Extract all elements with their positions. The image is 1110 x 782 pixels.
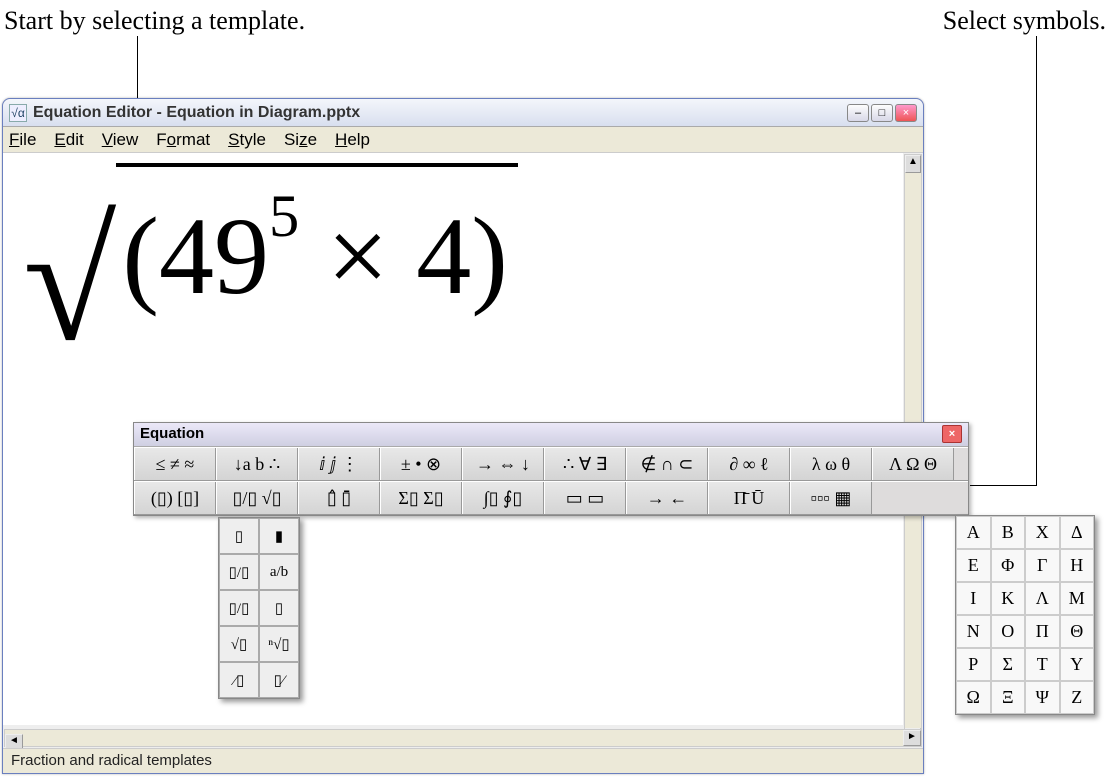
tmpl-summation[interactable]: Σ▯ Σ▯	[380, 482, 462, 514]
pal-full-frac2[interactable]: ▮	[259, 518, 299, 554]
radical-sign: √	[23, 163, 116, 342]
sym-operators[interactable]: ± • ⊗	[380, 448, 462, 480]
menu-edit[interactable]: Edit	[54, 130, 83, 150]
greek-gamma[interactable]: Γ	[1025, 549, 1060, 582]
toolbar-close-button[interactable]: ×	[942, 425, 962, 443]
app-icon: √α	[9, 104, 27, 122]
greek-rho[interactable]: Ρ	[956, 648, 991, 681]
sym-spaces[interactable]: ↓a b ∴	[216, 448, 298, 480]
sym-relational[interactable]: ≤ ≠ ≈	[134, 448, 216, 480]
sym-greek-lower[interactable]: λ ω θ	[790, 448, 872, 480]
horizontal-scrollbar[interactable]: ◄ ►	[4, 729, 922, 747]
titlebar: √α Equation Editor - Equation in Diagram…	[3, 99, 923, 127]
menu-style[interactable]: Style	[228, 130, 266, 150]
greek-theta[interactable]: Θ	[1060, 615, 1095, 648]
greek-xi[interactable]: Ξ	[991, 681, 1026, 714]
equation-toolbar: Equation × ≤ ≠ ≈ ↓a b ∴ ⅈ ⅉ ⋮ ± • ⊗ → ⇔ …	[133, 422, 969, 516]
equation-display: √ ( 49 5 × 4 )	[23, 163, 518, 342]
greek-zeta[interactable]: Ζ	[1060, 681, 1095, 714]
eq-base: 49	[159, 193, 269, 320]
pal-long-div[interactable]: ⁄▯	[219, 662, 259, 698]
greek-epsilon[interactable]: Ε	[956, 549, 991, 582]
callout-line-right	[1036, 36, 1037, 486]
greek-omicron[interactable]: Ο	[991, 615, 1026, 648]
greek-kappa[interactable]: Κ	[991, 582, 1026, 615]
tmpl-integral[interactable]: ∫▯ ∮▯	[462, 482, 544, 514]
menu-format[interactable]: Format	[156, 130, 210, 150]
fraction-radical-palette: ▯▮ ▯/▯a/b ▯/▯▯ √▯ⁿ√▯ ⁄▯▯⁄	[218, 517, 300, 699]
greek-eta[interactable]: Η	[1060, 549, 1095, 582]
tmpl-arrows[interactable]: → ←	[626, 482, 708, 514]
pal-slash-frac[interactable]: a/b	[259, 554, 299, 590]
greek-upsilon[interactable]: Υ	[1060, 648, 1095, 681]
greek-upper-palette: Α Β Χ Δ Ε Φ Γ Η Ι Κ Λ Μ Ν Ο Π Θ Ρ Σ Τ Υ …	[955, 515, 1095, 715]
greek-iota[interactable]: Ι	[956, 582, 991, 615]
tmpl-fraction-radical[interactable]: ▯/▯ √▯	[216, 482, 298, 514]
sym-embellishments[interactable]: ⅈ ⅉ ⋮	[298, 448, 380, 480]
menu-size[interactable]: Size	[284, 130, 317, 150]
eq-second: 4	[416, 193, 471, 320]
eq-times: ×	[327, 193, 389, 320]
pal-nth-root[interactable]: ⁿ√▯	[259, 626, 299, 662]
toolbar-title: Equation	[140, 425, 942, 444]
statusbar: Fraction and radical templates	[3, 748, 923, 773]
tmpl-products[interactable]: Π̄ Ū	[708, 482, 790, 514]
sym-misc[interactable]: ∂ ∞ ℓ	[708, 448, 790, 480]
tmpl-fences[interactable]: (▯) [▯]	[134, 482, 216, 514]
pal-full-frac[interactable]: ▯	[219, 518, 259, 554]
menubar: File Edit View Format Style Size Help	[3, 127, 923, 153]
greek-alpha[interactable]: Α	[956, 516, 991, 549]
greek-lambda[interactable]: Λ	[1025, 582, 1060, 615]
pal-frac-3[interactable]: ▯/▯	[219, 590, 259, 626]
pal-small-frac[interactable]: ▯/▯	[219, 554, 259, 590]
maximize-button[interactable]: □	[871, 104, 893, 122]
eq-exponent: 5	[269, 182, 299, 252]
greek-chi[interactable]: Χ	[1025, 516, 1060, 549]
scroll-up-button[interactable]: ▲	[905, 155, 921, 173]
sym-set-theory[interactable]: ∉ ∩ ⊂	[626, 448, 708, 480]
minimize-button[interactable]: –	[847, 104, 869, 122]
window-title: Equation Editor - Equation in Diagram.pp…	[33, 104, 847, 122]
pal-long-div2[interactable]: ▯⁄	[259, 662, 299, 698]
toolbar-template-row: (▯) [▯] ▯/▯ √▯ ▯̂ ▯̄ Σ▯ Σ▯ ∫▯ ∮▯ ▭ ▭ → ←…	[134, 481, 968, 515]
greek-phi[interactable]: Φ	[991, 549, 1026, 582]
toolbar-symbol-row: ≤ ≠ ≈ ↓a b ∴ ⅈ ⅉ ⋮ ± • ⊗ → ⇔ ↓ ∴ ∀ ∃ ∉ ∩…	[134, 447, 968, 481]
menu-file[interactable]: File	[9, 130, 36, 150]
tmpl-sub-sup[interactable]: ▯̂ ▯̄	[298, 482, 380, 514]
greek-pi[interactable]: Π	[1025, 615, 1060, 648]
greek-mu[interactable]: Μ	[1060, 582, 1095, 615]
greek-nu[interactable]: Ν	[956, 615, 991, 648]
greek-psi[interactable]: Ψ	[1025, 681, 1060, 714]
callout-template: Start by selecting a template.	[4, 6, 305, 36]
pal-frac-4[interactable]: ▯	[259, 590, 299, 626]
greek-tau[interactable]: Τ	[1025, 648, 1060, 681]
scroll-right-button[interactable]: ►	[903, 730, 921, 746]
sym-logical[interactable]: ∴ ∀ ∃	[544, 448, 626, 480]
tmpl-matrix[interactable]: ▫▫▫ ▦	[790, 482, 872, 514]
callout-line-right-end	[970, 485, 1036, 486]
greek-sigma[interactable]: Σ	[991, 648, 1026, 681]
greek-delta[interactable]: Δ	[1060, 516, 1095, 549]
menu-help[interactable]: Help	[335, 130, 370, 150]
close-button[interactable]: ×	[895, 104, 917, 122]
menu-view[interactable]: View	[102, 130, 139, 150]
greek-omega[interactable]: Ω	[956, 681, 991, 714]
sym-greek-upper[interactable]: Λ Ω Θ	[872, 448, 954, 480]
sym-arrows[interactable]: → ⇔ ↓	[462, 448, 544, 480]
tmpl-bar[interactable]: ▭ ▭	[544, 482, 626, 514]
pal-sqrt[interactable]: √▯	[219, 626, 259, 662]
callout-symbols: Select symbols.	[943, 6, 1106, 36]
greek-beta[interactable]: Β	[991, 516, 1026, 549]
